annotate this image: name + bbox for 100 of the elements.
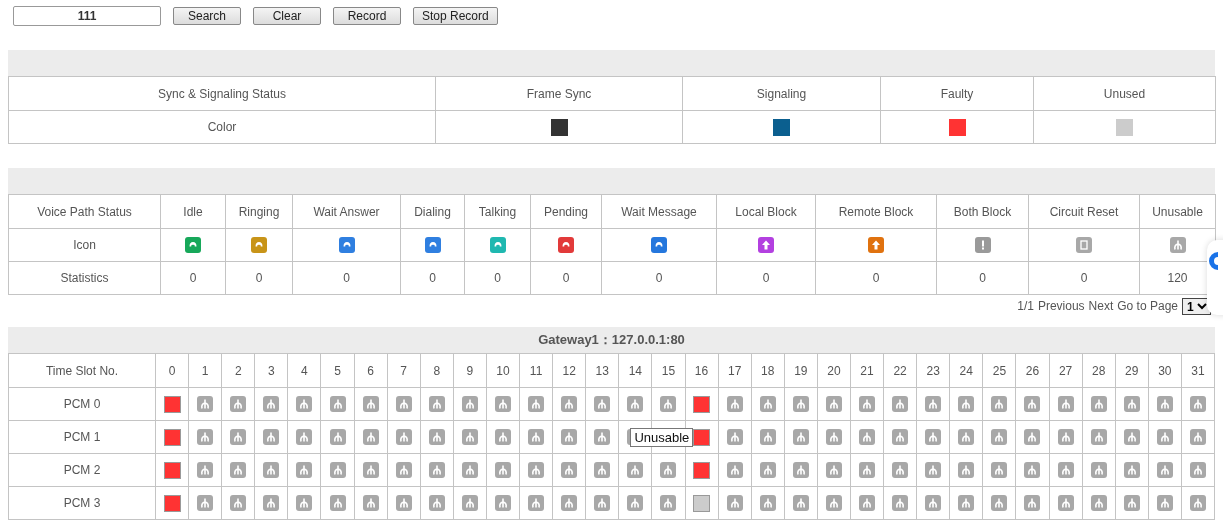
row-label: PCM 3 xyxy=(63,496,101,510)
table-header: Wait Answer xyxy=(313,204,380,219)
unusable-icon xyxy=(594,429,611,445)
faulty-square xyxy=(163,395,181,413)
table-header: 27 xyxy=(1058,363,1073,378)
table-header: 24 xyxy=(959,363,973,378)
table-header: 12 xyxy=(562,363,576,378)
unusable-icon xyxy=(1156,462,1173,478)
table-header: Talking xyxy=(478,204,517,219)
unusable-icon xyxy=(1189,396,1206,412)
search-field[interactable]: 111 xyxy=(13,6,161,26)
unusable-icon xyxy=(461,462,478,478)
unusable-icon xyxy=(1156,495,1173,511)
unusable-icon xyxy=(428,429,445,445)
faulty-square xyxy=(163,461,181,479)
unusable-icon xyxy=(362,462,379,478)
unusable-icon xyxy=(991,462,1008,478)
table-header: 14 xyxy=(628,363,643,378)
table-cell: 0 xyxy=(494,271,501,285)
row-label: PCM 1 xyxy=(63,430,101,444)
unusable-icon xyxy=(594,396,611,412)
unusable-icon xyxy=(1123,462,1140,478)
unusable-icon xyxy=(991,495,1008,511)
unusable-icon xyxy=(1189,462,1206,478)
unusable-icon xyxy=(263,495,280,511)
table-header: Unused xyxy=(1103,86,1146,101)
unusable-icon xyxy=(362,396,379,412)
toolbar-button[interactable]: Clear xyxy=(253,7,321,25)
table-header: 30 xyxy=(1158,363,1172,378)
unusable-icon xyxy=(759,495,776,511)
table-cell: 0 xyxy=(1080,271,1088,285)
unusable-icon xyxy=(1057,495,1074,511)
unusable-icon xyxy=(958,396,975,412)
previous-link[interactable]: Previous xyxy=(1037,299,1085,313)
unusable-icon xyxy=(1090,495,1107,511)
table-header: 11 xyxy=(529,363,543,378)
table-header: Faulty xyxy=(940,86,974,101)
toolbar-button[interactable]: Search xyxy=(173,7,241,25)
unusable-icon xyxy=(892,495,909,511)
unusable-icon xyxy=(660,462,677,478)
unusable-icon xyxy=(461,429,478,445)
unused-square xyxy=(693,494,711,512)
table-cell: 0 xyxy=(343,271,350,285)
unusable-icon xyxy=(197,396,214,412)
table-header: 15 xyxy=(661,363,676,378)
unusable-icon xyxy=(1024,429,1041,445)
table-header: 0 xyxy=(168,363,176,378)
unusable-icon xyxy=(925,429,942,445)
unusable-icon xyxy=(1024,462,1041,478)
unusable-icon xyxy=(561,495,578,511)
unusable-icon xyxy=(362,495,379,511)
toolbar-button[interactable]: Record xyxy=(333,7,401,25)
unusable-icon xyxy=(759,396,776,412)
table-header: 1 xyxy=(201,363,209,378)
unusable-icon xyxy=(362,429,379,445)
unusable-icon xyxy=(395,429,412,445)
table-header: 26 xyxy=(1025,363,1040,378)
unusable-icon xyxy=(428,396,445,412)
unusable-icon xyxy=(925,495,942,511)
unusable-icon xyxy=(263,429,280,445)
unusable-icon xyxy=(859,396,875,412)
unusable-icon xyxy=(329,396,346,412)
unusable-icon xyxy=(1024,495,1041,511)
goto-label: Go to Page xyxy=(1117,299,1178,313)
unusable-icon xyxy=(230,462,247,478)
unusable-icon xyxy=(627,462,644,478)
unusable-icon xyxy=(726,495,743,511)
table-header: 10 xyxy=(496,363,510,378)
unusable-icon xyxy=(726,429,743,445)
unusable-icon xyxy=(1090,396,1107,412)
table-header: Time Slot No. xyxy=(45,363,119,378)
table-cell: 0 xyxy=(562,271,570,285)
unusable-icon xyxy=(594,495,611,511)
gateway-title: Gateway1：127.0.0.1:80 xyxy=(538,331,685,349)
table-header: 16 xyxy=(694,363,709,378)
toolbar-button[interactable]: Stop Record xyxy=(413,7,498,25)
row-label: Color xyxy=(207,120,237,134)
unusable-icon xyxy=(792,462,809,478)
unusable-icon xyxy=(329,462,346,478)
unusable-icon xyxy=(1090,429,1107,445)
unusable-icon xyxy=(1189,495,1206,511)
unusable-icon xyxy=(263,462,280,478)
unusable-icon xyxy=(792,396,809,412)
table-header: Frame Sync xyxy=(526,86,592,101)
unusable-icon xyxy=(495,429,511,445)
table-header: 5 xyxy=(334,363,341,378)
table-cell: 0 xyxy=(872,271,880,285)
unusable-icon xyxy=(991,429,1008,445)
next-link[interactable]: Next xyxy=(1088,299,1114,313)
unusable-icon xyxy=(859,495,875,511)
unusable-icon xyxy=(1057,462,1074,478)
table-header: Ringing xyxy=(238,204,280,219)
unusable-icon xyxy=(528,396,545,412)
faulty-square xyxy=(163,494,181,512)
table-header: Wait Message xyxy=(621,204,697,219)
table-header: Circuit Reset xyxy=(1049,204,1119,219)
table-header: 3 xyxy=(268,363,275,378)
unusable-icon xyxy=(495,396,511,412)
faulty-square xyxy=(693,428,711,446)
unusable-icon xyxy=(726,396,743,412)
